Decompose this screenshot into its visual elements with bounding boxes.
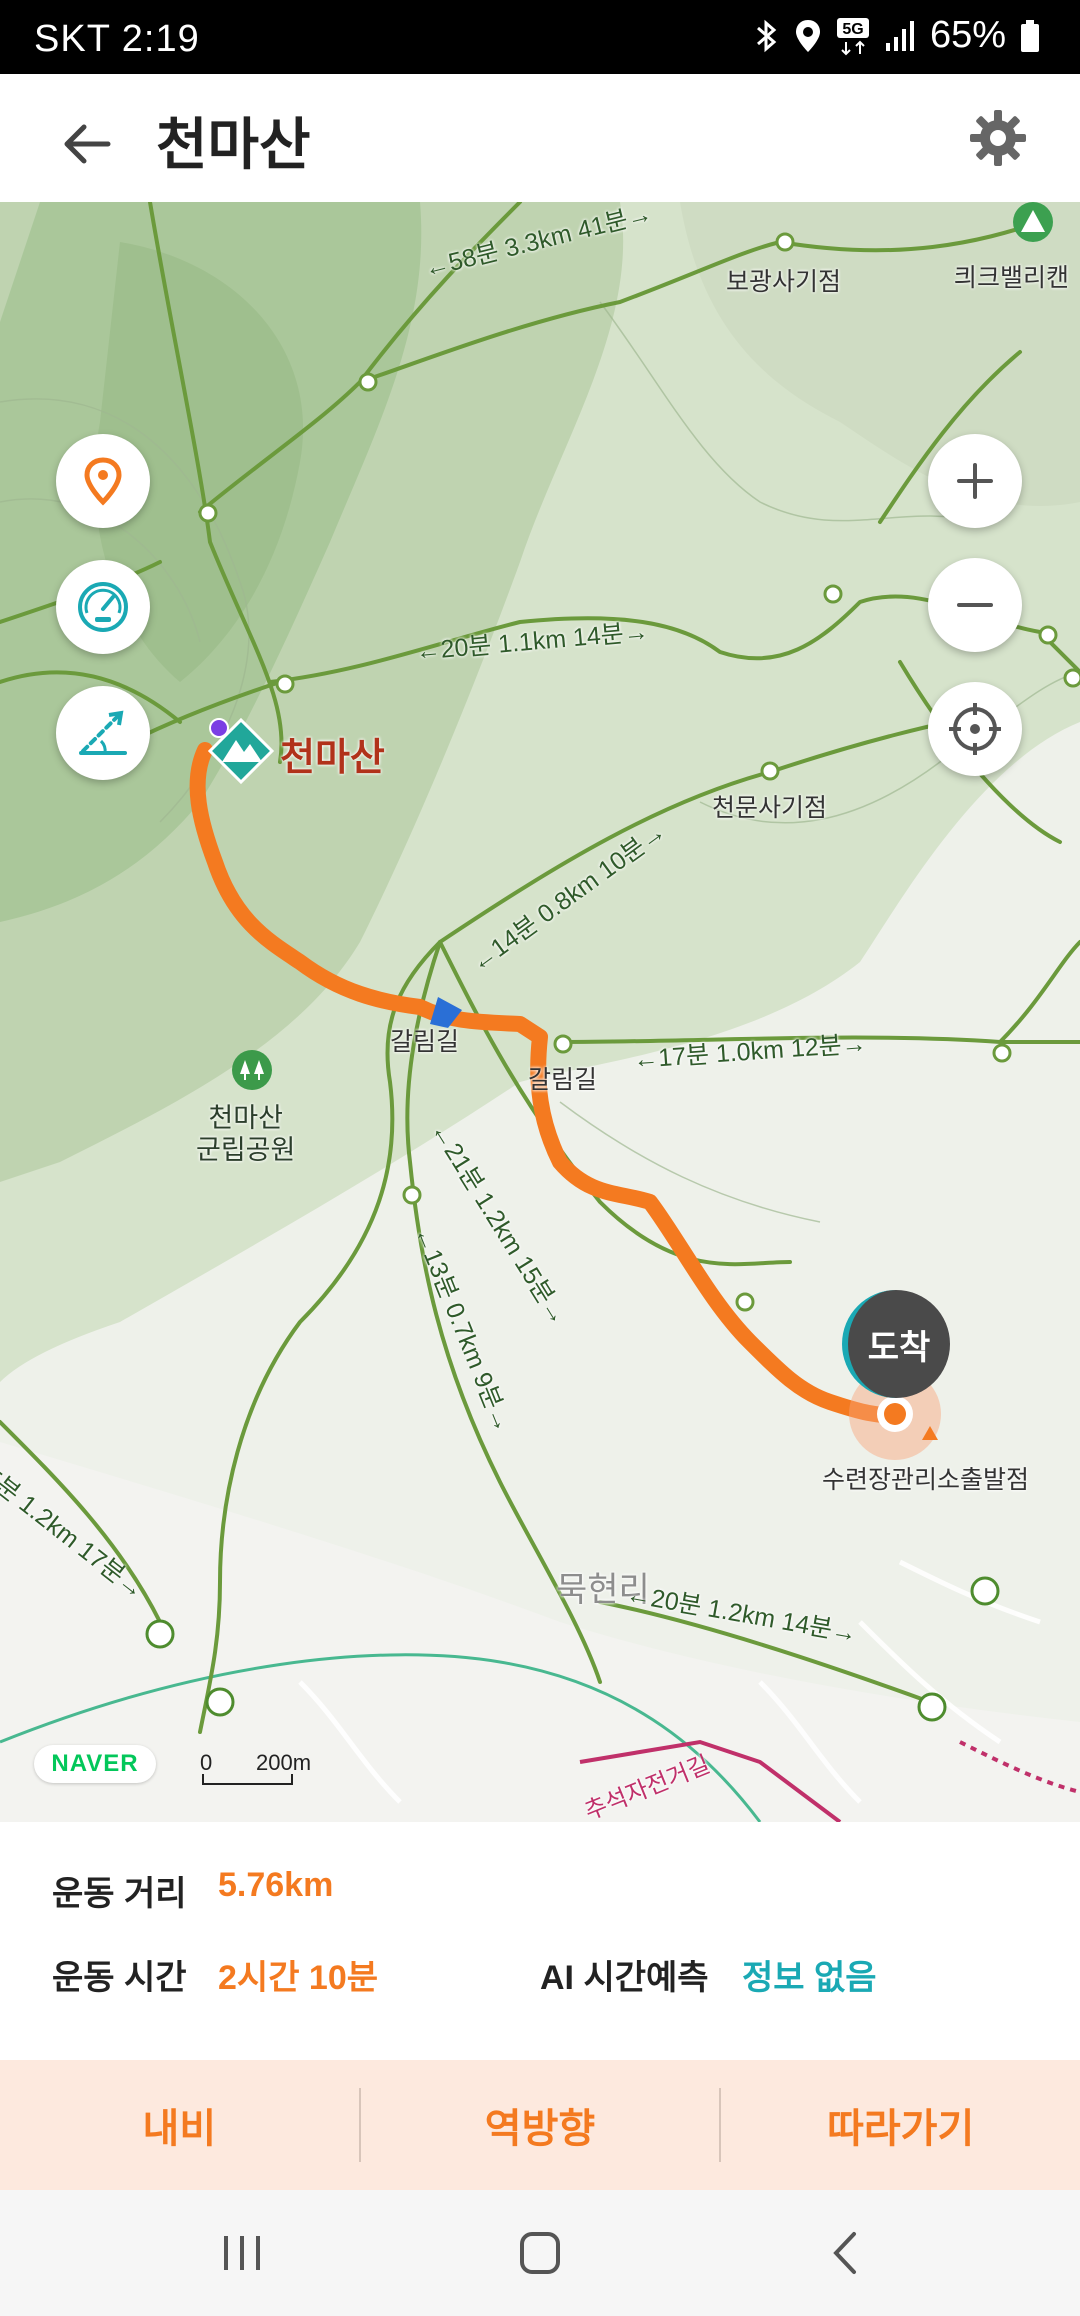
ai-prediction-label: AI 시간예측	[540, 1959, 709, 1997]
carrier-time: SKT 2:19	[34, 18, 200, 60]
crosshair-icon	[949, 703, 1001, 755]
scale-zero: 0	[200, 1750, 213, 1775]
speed-button[interactable]	[56, 560, 150, 654]
status-bar: SKT 2:19 5G 65%	[0, 0, 1080, 74]
park-tree-icon	[232, 1050, 272, 1090]
follow-button[interactable]: 따라가기	[721, 2060, 1080, 2190]
system-nav-bar	[0, 2190, 1080, 2316]
action-bar: 내비 역방향 따라가기	[0, 2060, 1080, 2190]
my-location-button[interactable]	[928, 682, 1022, 776]
recent-apps-icon[interactable]	[212, 2228, 272, 2278]
campsite-icon	[1013, 202, 1053, 242]
home-icon[interactable]	[510, 2228, 570, 2278]
minus-icon	[957, 603, 993, 607]
zoom-out-button[interactable]	[928, 558, 1022, 652]
trail-map[interactable]: 천마산 보광사기점 킈크밸리캔 천문사기점 갈림길 갈림길 천마산 군립공원 수…	[0, 202, 1080, 1822]
location-pin-button[interactable]	[56, 434, 150, 528]
start-marker-icon	[209, 718, 229, 738]
status-icons: 5G 65%	[754, 14, 1040, 57]
map-canvas	[0, 202, 1080, 1822]
5g-icon: 5G	[836, 17, 869, 55]
plus-icon	[957, 463, 993, 499]
arrival-badge-label: 도착	[867, 1328, 931, 1367]
reverse-button[interactable]: 역방향	[361, 2060, 720, 2190]
scale-bar	[202, 1774, 293, 1785]
slope-button[interactable]	[56, 686, 150, 780]
stats-panel: 운동 거리 5.76km 운동 시간 2시간 10분 AI 시간예측 정보 없음	[0, 1822, 1080, 2060]
peak-label: 천마산	[280, 737, 385, 779]
map-pin-icon	[84, 457, 122, 506]
ai-prediction-value: 정보 없음	[742, 1959, 877, 1997]
battery-icon	[1021, 19, 1039, 52]
place-park: 천마산 군립공원	[196, 1103, 296, 1165]
arrow-left-icon[interactable]	[58, 114, 118, 174]
location-icon	[795, 19, 820, 52]
zoom-in-button[interactable]	[928, 434, 1022, 528]
page-title: 천마산	[156, 113, 311, 176]
app-header: 천마산	[0, 74, 1080, 202]
time-label: 운동 시간	[52, 1959, 187, 1997]
distance-label: 운동 거리	[52, 1875, 187, 1913]
time-value: 2시간 10분	[218, 1959, 379, 1997]
navi-button[interactable]: 내비	[0, 2060, 359, 2190]
naver-logo: NAVER	[34, 1745, 156, 1783]
place-cheonmunsa: 천문사기점	[712, 794, 828, 822]
place-galrim-2: 갈림길	[528, 1066, 598, 1094]
back-icon[interactable]	[816, 2228, 876, 2278]
bluetooth-icon	[756, 19, 777, 52]
battery-percent: 65%	[929, 14, 1006, 56]
gear-icon[interactable]	[968, 108, 1028, 168]
arrival-badge: 도착	[842, 1290, 950, 1398]
svg-text:5G: 5G	[842, 21, 863, 38]
speedometer-icon	[78, 582, 128, 632]
place-suryeonjang: 수련장관리소출발점	[822, 1466, 1030, 1494]
place-galrim-1: 갈림길	[390, 1028, 460, 1056]
slope-icon	[79, 710, 127, 755]
place-bogwangsa: 보광사기점	[726, 268, 842, 296]
distance-value: 5.76km	[218, 1866, 334, 1904]
scale-distance: 200m	[256, 1750, 312, 1775]
signal-icon	[885, 20, 914, 51]
place-keukbaelly: 킈크밸리캔	[954, 264, 1070, 292]
